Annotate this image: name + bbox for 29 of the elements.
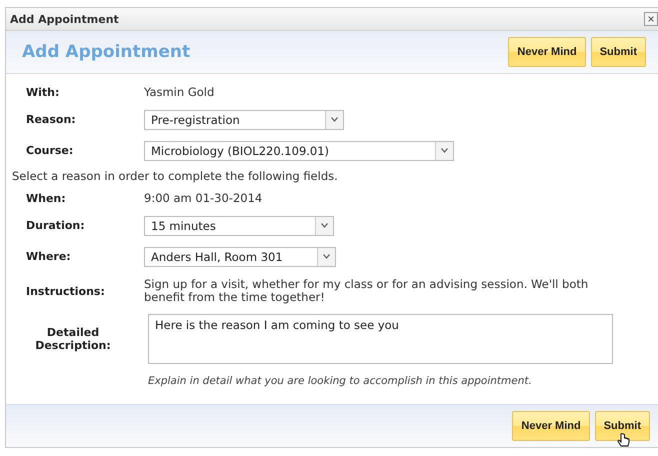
submit-button[interactable]: Submit (594, 411, 650, 441)
description-field[interactable]: Here is the reason I am coming to see you (148, 314, 613, 364)
field-label: Instructions: (25, 284, 106, 298)
chevron-down-icon (321, 223, 328, 228)
field-value: Sign up for a visit, whether for my class or for an advising session. We'll both benefit from the time together! (144, 278, 590, 304)
chevron-down-icon (331, 117, 338, 122)
dialog-heading: Add Appointment (22, 42, 190, 62)
field-label: Reason: (25, 113, 77, 126)
dropdown[interactable]: 15 minutes (144, 216, 334, 236)
cancel-button[interactable]: Never Mind (512, 411, 590, 441)
dropdown[interactable]: Pre-registration (144, 110, 344, 130)
field-value: 9:00 am 01-30-2014 (144, 192, 264, 204)
chevron-down-icon (323, 254, 330, 259)
submit-button[interactable]: Submit (590, 37, 646, 67)
window-title: Add Appointment (10, 12, 119, 26)
info-note: Select a reason in order to complete the following fields. (12, 169, 338, 183)
hint-text: Explain in detail what you are looking to accomplish in this appointment. (148, 375, 532, 387)
field-label: With: (25, 86, 60, 98)
field-label: Where: (25, 250, 72, 263)
field-value: Yasmin Gold (144, 86, 216, 98)
dropdown[interactable]: Microbiology (BIOL220.109.01) (144, 140, 454, 160)
dropdown[interactable]: Anders Hall, Room 301 (144, 246, 336, 266)
chevron-down-icon (441, 148, 448, 153)
field-label: When: (25, 192, 67, 204)
field-label: Duration: (25, 219, 86, 232)
field-label: Course: (25, 144, 74, 157)
field-label: Detailed Description: (34, 326, 112, 352)
cancel-button[interactable]: Never Mind (508, 37, 586, 67)
close-button[interactable]: × (644, 12, 658, 26)
